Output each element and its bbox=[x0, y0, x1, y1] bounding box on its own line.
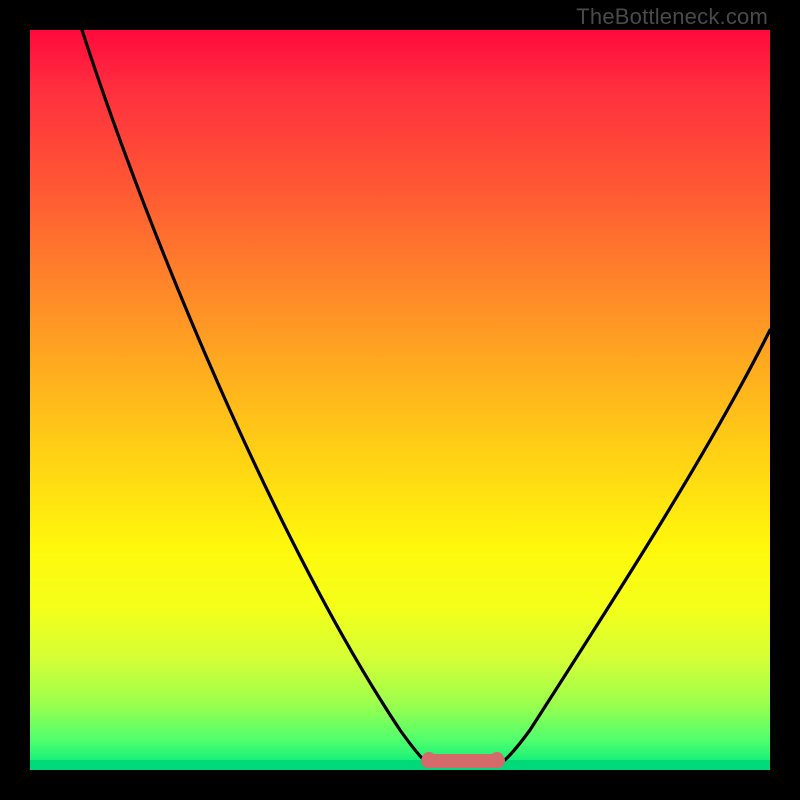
curve-path bbox=[82, 30, 770, 765]
flat-min-end-left bbox=[422, 752, 436, 766]
chart-frame: TheBottleneck.com bbox=[0, 0, 800, 800]
flat-min-end-right bbox=[490, 752, 504, 766]
plot-area bbox=[30, 30, 770, 770]
bottleneck-curve bbox=[30, 30, 770, 770]
watermark-text: TheBottleneck.com bbox=[576, 4, 768, 30]
